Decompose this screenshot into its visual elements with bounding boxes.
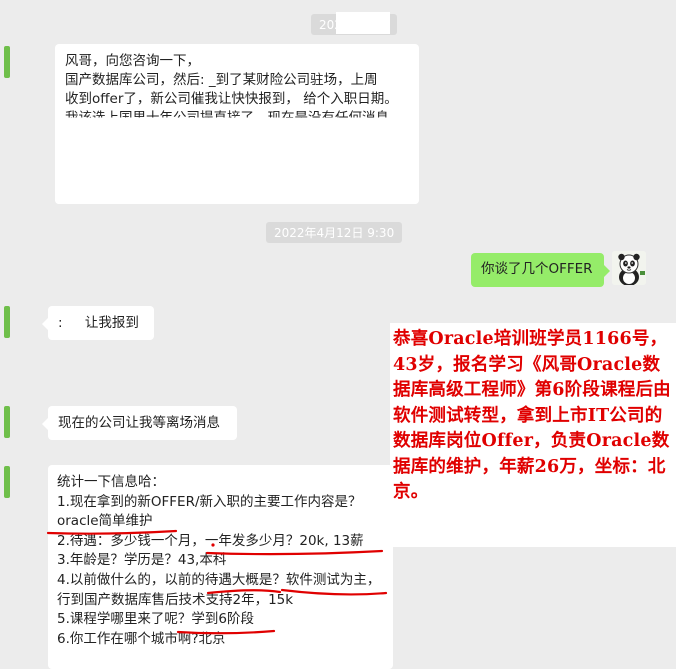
message-line: 3.年龄是？学历是？43,本科 xyxy=(57,552,227,569)
message-line: 5.课程学哪里来了呢？学到6阶段 xyxy=(57,611,254,628)
message-bubble-1[interactable]: 风哥，向您咨询一下， 国产数据库公司，然后: _到了某财险公司驻场，上周 收到o… xyxy=(55,44,419,204)
message-bubble-3[interactable]: : 让我报到 xyxy=(42,306,154,340)
message-line: 6.你工作在哪个城市啊?北京 xyxy=(57,630,226,647)
message-line: 4.以前做什么的，以前的待遇大概是？软件测试为主， xyxy=(57,571,381,588)
message-line: 2.待遇：多少钱一个月，一年发多少月？20k, 13薪 xyxy=(57,532,364,549)
announcement-text: 恭喜Oracle培训班学员1166号，43岁，报名学习《风哥Oracle数据库高… xyxy=(390,323,676,547)
message-bubble-5[interactable]: 统计一下信息哈： 1.现在拿到的新OFFER/新入职的主要工作内容是？ orac… xyxy=(48,465,393,669)
message-line: oracle简单维护 xyxy=(57,513,153,530)
message-line: 我该选上国里十年公司提直接了，现在是没有任何消息 xyxy=(65,110,389,126)
message-line: 风哥，向您咨询一下， xyxy=(65,53,200,69)
message-line: 收到offer了，新公司催我让快快报到， 给个入职日期。 xyxy=(65,91,398,107)
contact-avatar[interactable] xyxy=(4,306,10,338)
message-line: 行到国产数据库售后技术支持2年，15k xyxy=(57,591,294,608)
message-bubble-4[interactable]: 现在的公司让我等离场消息 xyxy=(42,406,237,440)
message-text: 现在的公司让我等离场消息 xyxy=(58,415,220,431)
contact-avatar[interactable] xyxy=(4,46,10,78)
message-text: 让我报到 xyxy=(84,315,139,331)
message-line: 统计一下信息哈： xyxy=(57,474,165,490)
contact-avatar[interactable] xyxy=(4,406,10,438)
message-line: 国产数据库公司，然后: _到了某财险公司驻场，上周 xyxy=(65,72,378,88)
message-prefix: : xyxy=(58,315,63,331)
timestamp-mask xyxy=(336,12,390,34)
message-bubble-self[interactable]: 你谈了几个OFFER xyxy=(471,253,610,287)
panda-avatar-icon[interactable] xyxy=(612,251,646,285)
message-line: 1.现在拿到的新OFFER/新入职的主要工作内容是？ xyxy=(57,493,362,510)
blur-mask xyxy=(55,170,419,204)
timestamp-2: 2022年4月12日 9:30 xyxy=(266,222,403,243)
contact-avatar[interactable] xyxy=(4,466,10,498)
message-text: 你谈了几个OFFER xyxy=(481,261,593,277)
